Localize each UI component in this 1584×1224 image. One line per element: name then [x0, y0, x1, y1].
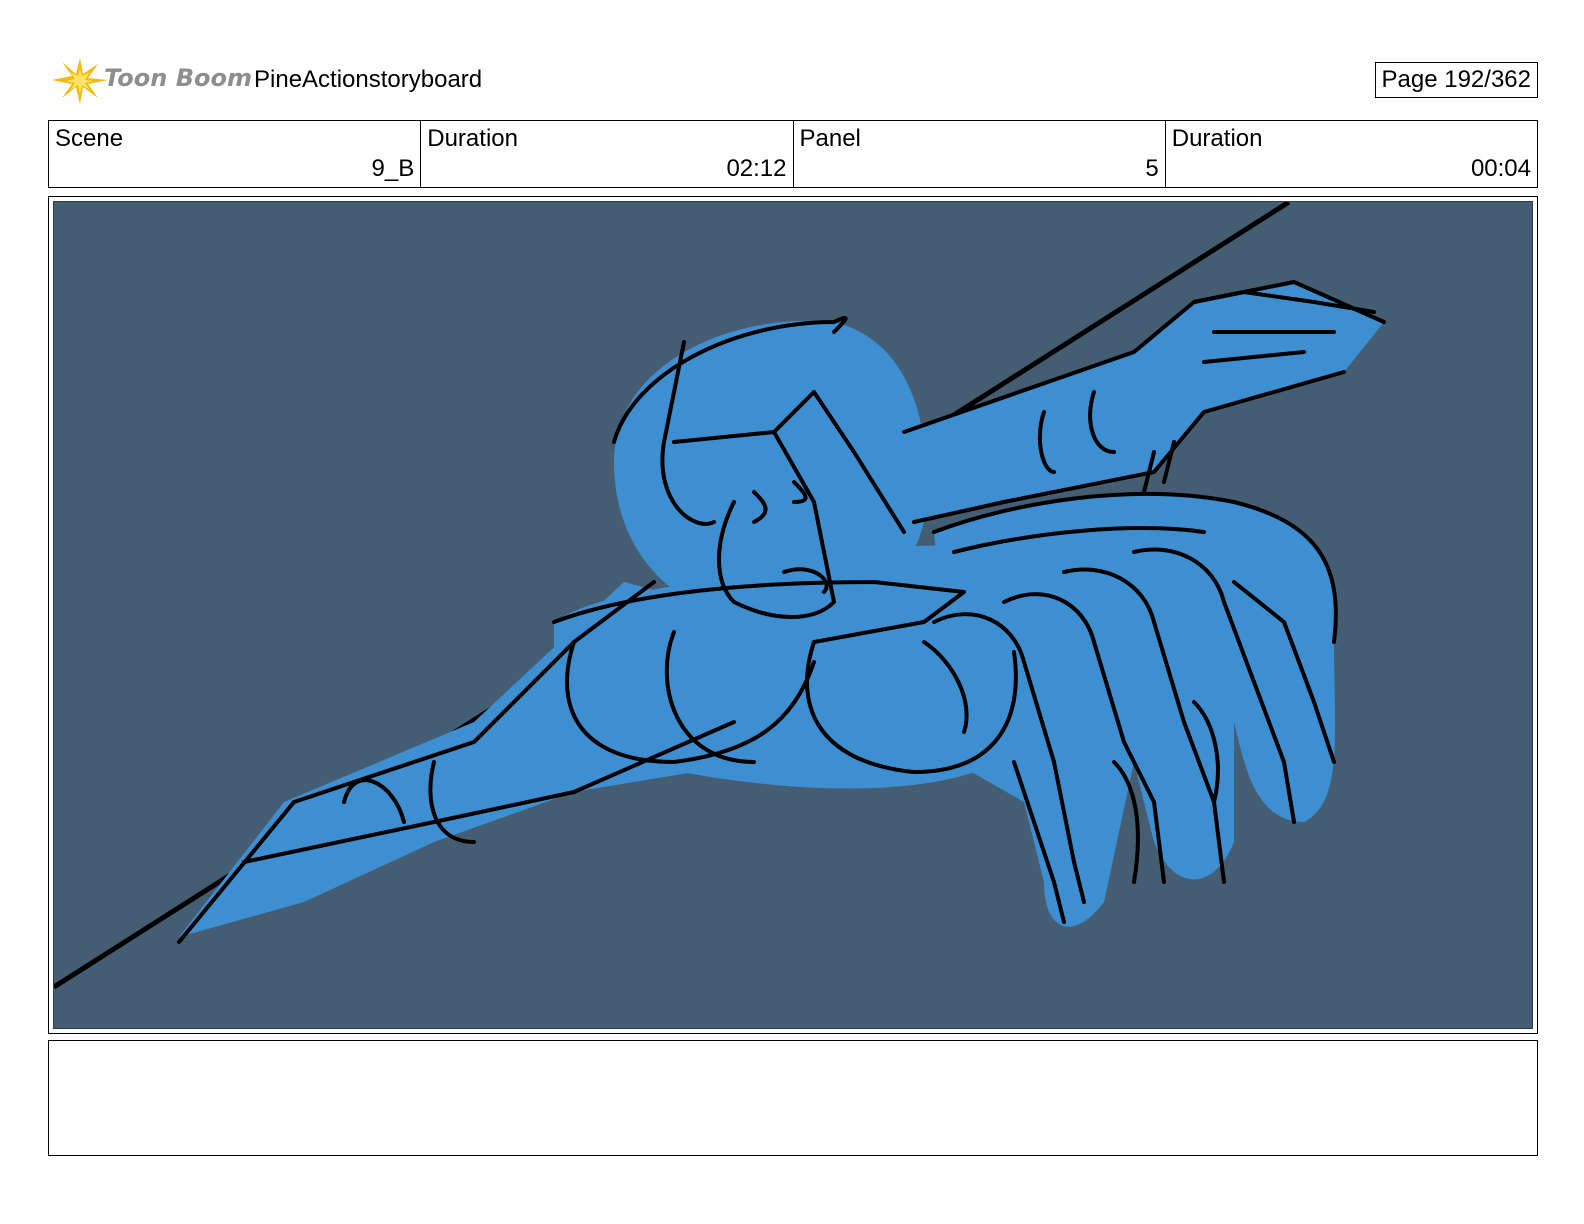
scene-duration-cell: Duration 02:12	[421, 121, 794, 187]
storyboard-header: Toon Boom PineActionstoryboard Page 192/…	[48, 50, 1538, 110]
scene-cell: Scene 9_B	[49, 121, 422, 187]
logo-text: Toon Boom	[104, 64, 252, 92]
scene-info-table: Scene 9_B Duration 02:12 Panel 5 Duratio…	[48, 120, 1538, 188]
scene-label: Scene	[55, 125, 124, 152]
scene-duration-value: 02:12	[726, 155, 787, 182]
toon-boom-logo-icon	[52, 58, 108, 104]
scene-duration-label: Duration	[427, 125, 518, 152]
panel-value: 5	[1145, 155, 1159, 182]
panel-cell: Panel 5	[794, 121, 1166, 187]
panel-frame	[48, 196, 1538, 1034]
panel-duration-cell: Duration 00:04	[1166, 121, 1537, 187]
panel-duration-label: Duration	[1171, 125, 1263, 152]
storyboard-sketch	[54, 202, 1386, 990]
panel-image	[53, 201, 1533, 1029]
scene-value: 9_B	[371, 155, 415, 182]
project-title: PineActionstoryboard	[254, 66, 483, 93]
panel-duration-value: 00:04	[1470, 155, 1531, 182]
panel-label: Panel	[799, 125, 861, 152]
panel-notes-box	[48, 1040, 1538, 1156]
page-counter: Page 192/362	[1374, 62, 1538, 98]
